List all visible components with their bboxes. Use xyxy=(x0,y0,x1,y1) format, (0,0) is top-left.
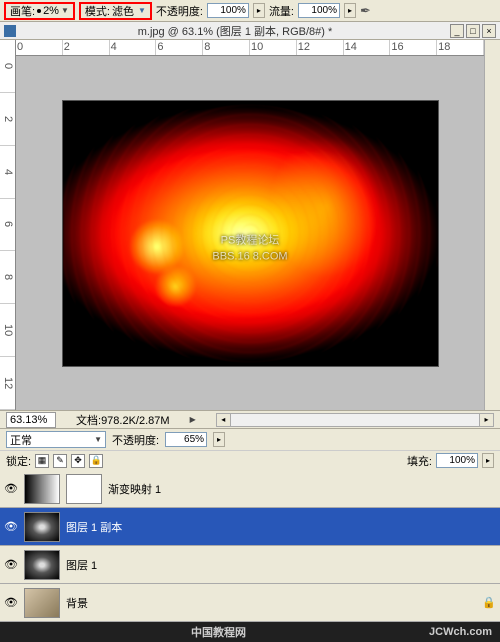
ruler-horizontal: 02 46 810 1214 1618 xyxy=(16,40,484,56)
layer-row[interactable]: 👁 渐变映射 1 xyxy=(0,470,500,508)
layers-panel: 👁 渐变映射 1 👁 图层 1 副本 👁 图层 1 👁 背景 🔒 xyxy=(0,470,500,622)
lock-transparency-icon[interactable]: ▦ xyxy=(35,454,49,468)
fill-flyout[interactable]: ▸ xyxy=(482,453,494,468)
document-titlebar: m.jpg @ 63.1% (图层 1 副本, RGB/8#) * _ □ × xyxy=(0,22,500,40)
brush-picker[interactable]: 画笔: 2% ▼ xyxy=(4,2,75,20)
layers-options-row: 正常 ▼ 不透明度: ▸ xyxy=(0,428,500,450)
flow-label: 流量: xyxy=(269,3,294,19)
airbrush-icon[interactable]: ✒ xyxy=(360,3,371,19)
lock-pixels-icon[interactable]: ✎ xyxy=(53,454,67,468)
footer-url: JCWch.com xyxy=(429,626,492,638)
visibility-icon[interactable]: 👁 xyxy=(4,520,18,534)
layer-thumbnail[interactable] xyxy=(24,512,60,542)
layer-mask-thumbnail[interactable] xyxy=(66,474,102,504)
layer-thumbnail[interactable] xyxy=(24,550,60,580)
layer-row[interactable]: 👁 图层 1 xyxy=(0,546,500,584)
fill-label: 填充: xyxy=(407,453,432,469)
layer-opacity-input[interactable] xyxy=(165,432,207,447)
visibility-icon[interactable]: 👁 xyxy=(4,596,18,610)
close-button[interactable]: × xyxy=(482,24,496,38)
document-title: m.jpg @ 63.1% (图层 1 副本, RGB/8#) * xyxy=(138,23,333,39)
layer-row[interactable]: 👁 图层 1 副本 xyxy=(0,508,500,546)
layer-name[interactable]: 图层 1 xyxy=(66,557,97,573)
canvas[interactable]: PS教程论坛 BBS.16 8.COM xyxy=(63,101,438,366)
layer-opacity-label: 不透明度: xyxy=(112,432,159,448)
visibility-icon[interactable]: 👁 xyxy=(4,482,18,496)
lock-position-icon[interactable]: ✥ xyxy=(71,454,85,468)
brush-preview-dot xyxy=(37,9,41,13)
footer-watermark: 中国教程网 JCWch.com xyxy=(0,622,500,642)
canvas-viewport[interactable]: PS教程论坛 BBS.16 8.COM xyxy=(16,56,484,410)
brush-size: 2% xyxy=(43,5,59,17)
layer-row[interactable]: 👁 背景 🔒 xyxy=(0,584,500,622)
brush-label: 画笔: xyxy=(10,3,35,19)
chevron-down-icon: ▼ xyxy=(138,6,146,15)
scrollbar-vertical[interactable] xyxy=(484,40,500,410)
opacity-flyout[interactable]: ▸ xyxy=(253,3,265,18)
layer-name[interactable]: 渐变映射 1 xyxy=(108,481,161,497)
chevron-down-icon: ▼ xyxy=(61,6,69,15)
ps-icon xyxy=(4,25,16,37)
lock-icon: 🔒 xyxy=(482,596,496,609)
layers-lock-row: 锁定: ▦ ✎ ✥ 🔒 填充: ▸ xyxy=(0,450,500,470)
chevron-right-icon[interactable]: ▶ xyxy=(190,415,196,424)
layer-name[interactable]: 背景 xyxy=(66,595,88,611)
ruler-vertical: 02 46 810 12 xyxy=(0,40,16,410)
flow-input[interactable] xyxy=(298,3,340,18)
scroll-left-button[interactable]: ◂ xyxy=(217,414,231,426)
scroll-right-button[interactable]: ▸ xyxy=(479,414,493,426)
document-area: 02 46 810 12 02 46 810 1214 1618 PS教程论坛 … xyxy=(0,40,500,410)
footer-cn: 中国教程网 xyxy=(191,624,246,640)
layer-name[interactable]: 图层 1 副本 xyxy=(66,519,122,535)
mode-label: 模式: xyxy=(85,3,110,19)
layer-thumbnail[interactable] xyxy=(24,588,60,618)
opacity-label: 不透明度: xyxy=(156,3,203,19)
status-bar: 63.13% 文档:978.2K/2.87M ▶ ◂ ▸ xyxy=(0,410,500,428)
opacity-input[interactable] xyxy=(207,3,249,18)
lock-all-icon[interactable]: 🔒 xyxy=(89,454,103,468)
chevron-down-icon: ▼ xyxy=(94,435,102,444)
watermark-text: PS教程论坛 BBS.16 8.COM xyxy=(212,232,287,265)
lock-label: 锁定: xyxy=(6,453,31,469)
layer-thumbnail[interactable] xyxy=(24,474,60,504)
layer-blend-select[interactable]: 正常 ▼ xyxy=(6,431,106,448)
restore-button[interactable]: □ xyxy=(466,24,480,38)
fill-input[interactable] xyxy=(436,453,478,468)
layer-opacity-flyout[interactable]: ▸ xyxy=(213,432,225,447)
flow-flyout[interactable]: ▸ xyxy=(344,3,356,18)
mode-value: 滤色 xyxy=(112,3,134,19)
options-bar: 画笔: 2% ▼ 模式: 滤色 ▼ 不透明度: ▸ 流量: ▸ ✒ xyxy=(0,0,500,22)
scrollbar-horizontal[interactable]: ◂ ▸ xyxy=(216,413,494,427)
blend-mode-picker[interactable]: 模式: 滤色 ▼ xyxy=(79,2,152,20)
zoom-input[interactable]: 63.13% xyxy=(6,412,56,428)
visibility-icon[interactable]: 👁 xyxy=(4,558,18,572)
minimize-button[interactable]: _ xyxy=(450,24,464,38)
